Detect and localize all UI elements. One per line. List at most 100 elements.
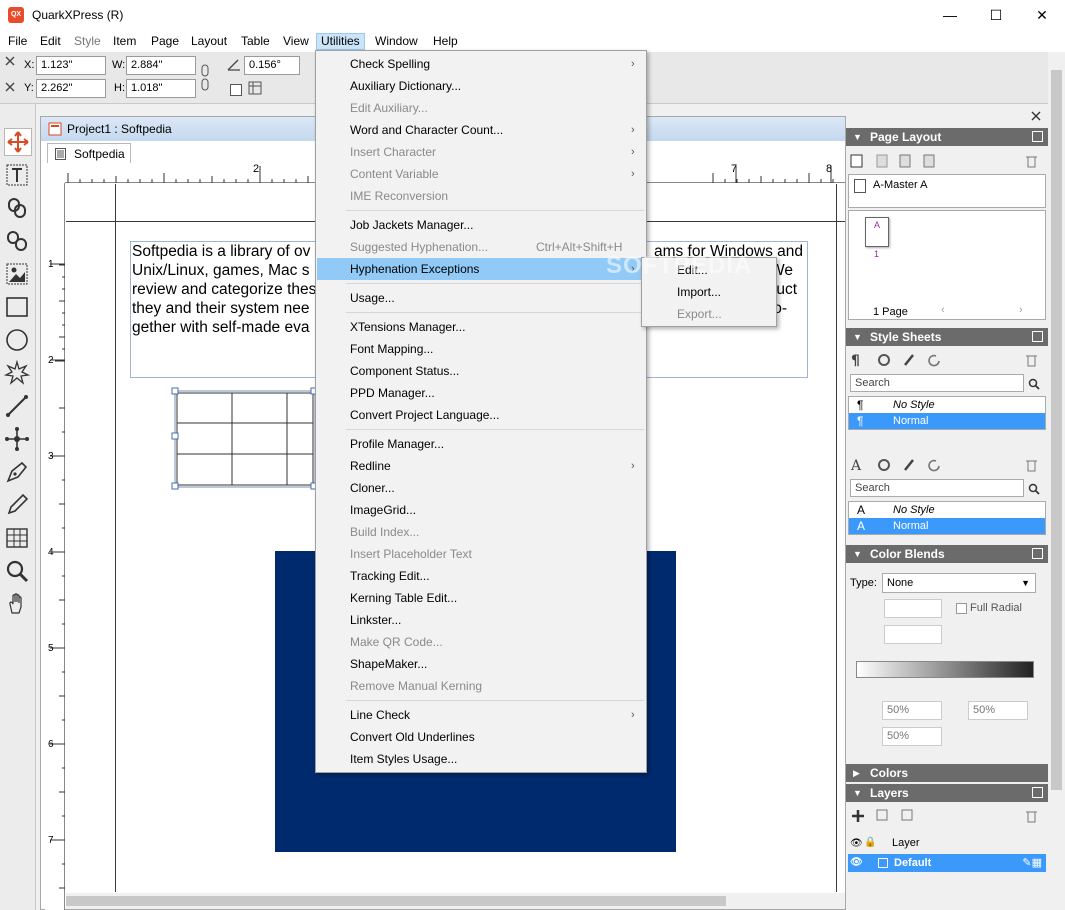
vertical-ruler[interactable]: 1 2 3 4 5 6 7: [45, 183, 65, 910]
scroll-left-icon[interactable]: ‹: [941, 304, 945, 316]
blend-gradient-bar[interactable]: [856, 661, 1034, 678]
menuitem-suggested-hyphenation[interactable]: Suggested Hyphenation... Ctrl+Alt+Shift+H: [317, 236, 645, 258]
blend-type-select[interactable]: None ▼: [882, 573, 1036, 593]
close-panels-icon[interactable]: [1031, 111, 1041, 121]
menuitem-item-styles-usage[interactable]: Item Styles Usage...: [317, 748, 645, 770]
menuitem-convert-project-language[interactable]: Convert Project Language...: [317, 404, 645, 426]
search-icon[interactable]: [1028, 483, 1040, 495]
submenu-export[interactable]: Export...: [643, 303, 775, 325]
menuitem-convert-old-underlines[interactable]: Convert Old Underlines: [317, 726, 645, 748]
bezier-tool[interactable]: [4, 426, 32, 454]
menu-window[interactable]: Window: [371, 33, 422, 50]
pan-tool[interactable]: [4, 591, 32, 619]
menuitem-word-character-count[interactable]: Word and Character Count... ›: [317, 119, 645, 141]
menuitem-auxiliary-dictionary[interactable]: Auxiliary Dictionary...: [317, 75, 645, 97]
menuitem-usage[interactable]: Usage...: [317, 287, 645, 309]
picture-content-tool[interactable]: [4, 261, 32, 289]
y-position-field[interactable]: 2.262": [36, 79, 106, 98]
menuitem-cloner[interactable]: Cloner...: [317, 477, 645, 499]
width-field[interactable]: 2.884": [126, 56, 196, 75]
menuitem-ime-reconversion[interactable]: IME Reconversion: [317, 185, 645, 207]
menuitem-content-variable[interactable]: Content Variable ›: [317, 163, 645, 185]
menu-file[interactable]: File: [4, 33, 31, 50]
vertical-scrollbar[interactable]: [1048, 52, 1065, 910]
menuitem-check-spelling[interactable]: Check Spelling ›: [317, 53, 645, 75]
menuitem-line-check[interactable]: Line Check ›: [317, 704, 645, 726]
text-content-tool[interactable]: [4, 162, 32, 190]
menuitem-insert-character[interactable]: Insert Character ›: [317, 141, 645, 163]
text-unlinking-tool[interactable]: [4, 228, 32, 256]
layers-header[interactable]: ▼ Layers: [846, 784, 1048, 802]
close-palette-icon[interactable]: [5, 56, 15, 66]
table-box[interactable]: [171, 387, 321, 491]
menuitem-ppd-manager[interactable]: PPD Manager...: [317, 382, 645, 404]
menu-layout[interactable]: Layout: [187, 33, 231, 50]
rectangle-box-tool[interactable]: [4, 294, 32, 322]
pen-tool[interactable]: [4, 459, 32, 487]
menuitem-job-jackets-manager[interactable]: Job Jackets Manager...: [317, 214, 645, 236]
menu-page[interactable]: Page: [147, 33, 183, 50]
character-style-normal[interactable]: A Normal: [849, 518, 1045, 534]
menuitem-kerning-table-edit[interactable]: Kerning Table Edit...: [317, 587, 645, 609]
menu-help[interactable]: Help: [429, 33, 462, 50]
table-tool[interactable]: [4, 525, 32, 553]
menuitem-shapemaker[interactable]: ShapeMaker...: [317, 653, 645, 675]
layer-row-default[interactable]: 👁 Default ✎▦: [848, 854, 1046, 872]
grid-settings-icon[interactable]: [248, 81, 262, 95]
blend-shade-field-1[interactable]: 50%: [882, 701, 942, 720]
master-page-item[interactable]: A-Master A: [873, 179, 927, 191]
blend-angle-field-2[interactable]: [884, 625, 942, 644]
menuitem-make-qr-code[interactable]: Make QR Code...: [317, 631, 645, 653]
starburst-tool[interactable]: [3, 359, 32, 388]
line-tool[interactable]: [4, 393, 32, 421]
visibility-eye-icon[interactable]: 👁: [850, 854, 863, 872]
scroll-right-icon[interactable]: ›: [1019, 304, 1023, 316]
color-blends-header[interactable]: ▼ Color Blends: [846, 545, 1048, 563]
layer-options-icon[interactable]: ✎▦: [1022, 854, 1042, 872]
collapse-icon[interactable]: [5, 82, 15, 92]
paragraph-style-search[interactable]: Search: [850, 374, 1024, 392]
menuitem-build-index[interactable]: Build Index...: [317, 521, 645, 543]
panel-menu-icon[interactable]: [1032, 787, 1043, 798]
horizontal-scroll-thumb[interactable]: [66, 896, 726, 906]
menuitem-xtensions-manager[interactable]: XTensions Manager...: [317, 316, 645, 338]
style-sheets-header[interactable]: ▼ Style Sheets: [846, 328, 1048, 346]
menu-table[interactable]: Table: [237, 33, 274, 50]
item-tool[interactable]: [4, 128, 32, 156]
menu-edit[interactable]: Edit: [36, 33, 65, 50]
horizontal-scrollbar[interactable]: [66, 893, 845, 909]
maximize-button[interactable]: ☐: [973, 0, 1019, 30]
panel-menu-icon[interactable]: [1032, 548, 1043, 559]
text-linking-tool[interactable]: [4, 195, 32, 223]
menuitem-profile-manager[interactable]: Profile Manager...: [317, 433, 645, 455]
panel-menu-icon[interactable]: [1032, 331, 1043, 342]
oval-box-tool[interactable]: [4, 327, 32, 355]
layout-tab-softpedia[interactable]: Softpedia: [47, 143, 131, 163]
blend-shade-field-2[interactable]: 50%: [968, 701, 1028, 720]
link-proportions-icon[interactable]: [200, 64, 210, 92]
submenu-import[interactable]: Import...: [643, 281, 775, 303]
menuitem-redline[interactable]: Redline ›: [317, 455, 645, 477]
x-position-field[interactable]: 1.123": [36, 56, 106, 75]
menu-utilities[interactable]: Utilities: [316, 33, 365, 50]
menuitem-remove-manual-kerning[interactable]: Remove Manual Kerning: [317, 675, 645, 697]
menuitem-tracking-edit[interactable]: Tracking Edit...: [317, 565, 645, 587]
menuitem-font-mapping[interactable]: Font Mapping...: [317, 338, 645, 360]
close-window-button[interactable]: ✕: [1019, 0, 1065, 30]
menu-view[interactable]: View: [279, 33, 313, 50]
character-style-no-style[interactable]: A No Style: [849, 502, 1045, 518]
menu-item[interactable]: Item: [109, 33, 140, 50]
menuitem-insert-placeholder-text[interactable]: Insert Placeholder Text: [317, 543, 645, 565]
menuitem-hyphenation-exceptions[interactable]: Hyphenation Exceptions ›: [317, 258, 645, 280]
page-thumbnail-1[interactable]: A: [865, 217, 889, 247]
paragraph-style-normal[interactable]: ¶ Normal: [849, 413, 1045, 429]
vertical-scroll-thumb[interactable]: [1051, 70, 1062, 790]
freehand-tool[interactable]: [4, 492, 32, 520]
menuitem-imagegrid[interactable]: ImageGrid...: [317, 499, 645, 521]
blend-opacity-field[interactable]: 50%: [882, 727, 942, 746]
colors-header[interactable]: ▶ Colors: [846, 764, 1048, 782]
menuitem-edit-auxiliary[interactable]: Edit Auxiliary...: [317, 97, 645, 119]
search-icon[interactable]: [1028, 378, 1040, 390]
menuitem-component-status[interactable]: Component Status...: [317, 360, 645, 382]
character-style-search[interactable]: Search: [850, 479, 1024, 497]
